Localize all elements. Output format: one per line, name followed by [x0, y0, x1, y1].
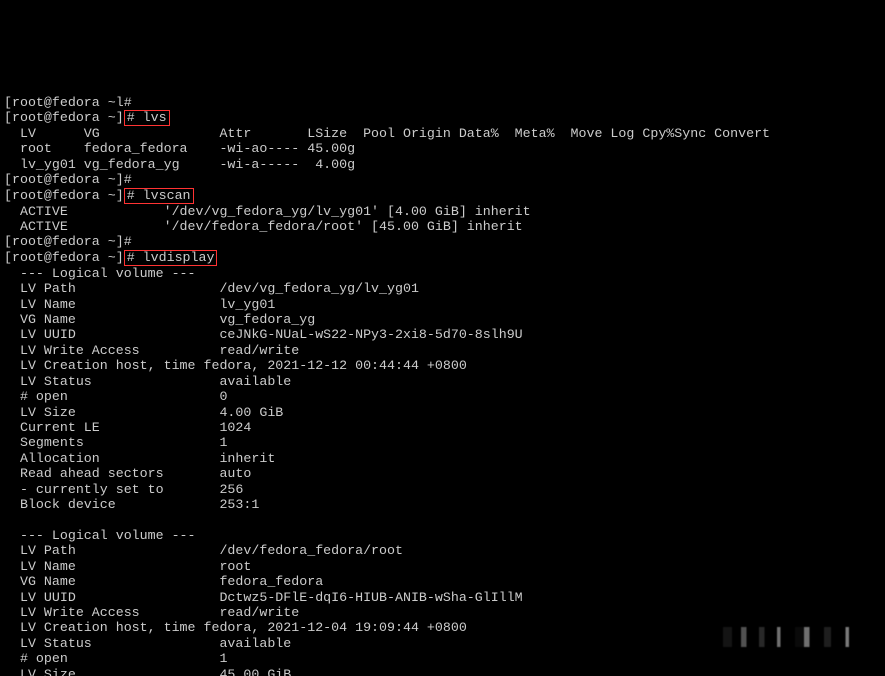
- lvd-row: LV Creation host, time fedora, 2021-12-0…: [4, 620, 467, 635]
- lvs-row: lv_yg01 vg_fedora_yg -wi-a----- 4.00g: [4, 157, 355, 172]
- lvs-header: LV VG Attr LSize Pool Origin Data% Meta%…: [4, 126, 770, 141]
- prompt-line: [root@fedora ~]#: [4, 172, 132, 187]
- lvd-row: LV Path /dev/fedora_fedora/root: [4, 543, 403, 558]
- prompt-line: [root@fedora ~]: [4, 110, 124, 125]
- lvd-row: Read ahead sectors auto: [4, 466, 251, 481]
- lvd-row: LV Size 45.00 GiB: [4, 667, 291, 676]
- lvd-row: LV Write Access read/write: [4, 343, 299, 358]
- lvd-row: # open 0: [4, 389, 227, 404]
- cmd-lvs-highlight: # lvs: [124, 110, 170, 126]
- lvd-row: LV Name lv_yg01: [4, 297, 275, 312]
- lvd-row: LV Write Access read/write: [4, 605, 299, 620]
- lvd-row: VG Name vg_fedora_yg: [4, 312, 315, 327]
- lvd-row: Segments 1: [4, 435, 227, 450]
- cmd-lvscan-highlight: # lvscan: [124, 188, 194, 204]
- lvd-row: LV UUID ceJNkG-NUaL-wS22-NPy3-2xi8-5d70-…: [4, 327, 523, 342]
- lvscan-row: ACTIVE '/dev/vg_fedora_yg/lv_yg01' [4.00…: [4, 204, 531, 219]
- lvd-row: VG Name fedora_fedora: [4, 574, 323, 589]
- lvd-row: Block device 253:1: [4, 497, 259, 512]
- lvd-row: LV Creation host, time fedora, 2021-12-1…: [4, 358, 467, 373]
- lvd-row: - currently set to 256: [4, 482, 243, 497]
- lvd-row: Current LE 1024: [4, 420, 251, 435]
- lvd-row: Allocation inherit: [4, 451, 275, 466]
- prompt-line: [root@fedora ~l#: [4, 95, 132, 110]
- lvdisplay-section-header: --- Logical volume ---: [4, 528, 196, 543]
- lvd-row: LV Status available: [4, 636, 291, 651]
- lvd-row: # open 1: [4, 651, 227, 666]
- lvd-row: LV UUID Dctwz5-DFlE-dqI6-HIUB-ANIB-wSha-…: [4, 590, 523, 605]
- blank-line: [4, 513, 12, 528]
- obscured-region-icon: [705, 627, 885, 647]
- cmd-lvdisplay-highlight: # lvdisplay: [124, 250, 218, 266]
- lvscan-row: ACTIVE '/dev/fedora_fedora/root' [45.00 …: [4, 219, 523, 234]
- lvd-row: LV Name root: [4, 559, 251, 574]
- terminal[interactable]: [root@fedora ~l# [root@fedora ~]# lvs LV…: [0, 77, 885, 676]
- lvd-row: LV Status available: [4, 374, 291, 389]
- prompt-line: [root@fedora ~]: [4, 188, 124, 203]
- lvd-row: LV Size 4.00 GiB: [4, 405, 283, 420]
- lvdisplay-section-header: --- Logical volume ---: [4, 266, 196, 281]
- lvd-row: LV Path /dev/vg_fedora_yg/lv_yg01: [4, 281, 419, 296]
- prompt-line: [root@fedora ~]#: [4, 234, 132, 249]
- lvs-row: root fedora_fedora -wi-ao---- 45.00g: [4, 141, 355, 156]
- prompt-line: [root@fedora ~]: [4, 250, 124, 265]
